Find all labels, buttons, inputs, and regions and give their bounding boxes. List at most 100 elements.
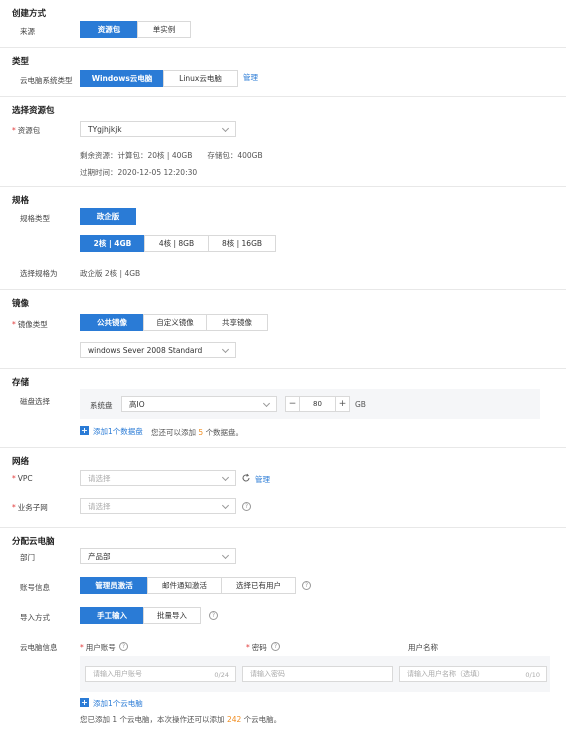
- vpc-manage-link[interactable]: 管理: [255, 474, 270, 485]
- help-icon[interactable]: ?: [209, 611, 218, 620]
- package-label: * 资源包: [12, 126, 41, 135]
- help-icon[interactable]: ?: [242, 502, 251, 511]
- section-title-create: 创建方式: [12, 9, 47, 19]
- image-type-label: * 镜像类型: [12, 320, 48, 329]
- vpc-select[interactable]: 请选择: [80, 470, 236, 486]
- import-option-batch[interactable]: 批量导入: [143, 607, 201, 624]
- account-option-existing-user[interactable]: 选择已有用户: [221, 577, 296, 594]
- section-title-image: 镜像: [12, 299, 30, 309]
- section-title-package: 选择资源包: [12, 106, 55, 116]
- spec-size-option-8c16g[interactable]: 8核 | 16GB: [208, 235, 276, 252]
- add-data-disk-link[interactable]: 添加1个数据盘: [93, 426, 143, 437]
- chevron-down-icon: [221, 124, 230, 133]
- subnet-placeholder: 请选择: [88, 501, 111, 511]
- source-segment: 资源包 单实例: [80, 21, 191, 38]
- username-placeholder: 请输入用户名称（选填）: [407, 670, 484, 678]
- divider: [0, 289, 566, 290]
- divider: [0, 96, 566, 97]
- disk-select-label: 磁盘选择: [20, 397, 50, 406]
- spec-type-label: 规格类型: [20, 214, 50, 223]
- column-username: 用户名称: [408, 643, 438, 652]
- type-manage-link[interactable]: 管理: [243, 72, 258, 83]
- section-title-storage: 存储: [12, 378, 30, 388]
- os-type-label: 云电脑系统类型: [20, 76, 73, 85]
- system-disk-label: 系统盘: [90, 401, 113, 410]
- source-label: 来源: [20, 27, 35, 36]
- user-account-placeholder: 请输入用户账号: [93, 670, 142, 678]
- disk-type-select[interactable]: 高IO: [121, 396, 277, 412]
- disk-size-increment-button[interactable]: +: [335, 396, 350, 412]
- import-method-segment: 手工输入 批量导入: [80, 607, 201, 624]
- spec-size-option-2c4g[interactable]: 2核 | 4GB: [80, 235, 145, 252]
- source-option-single[interactable]: 单实例: [137, 21, 191, 38]
- os-option-linux[interactable]: Linux云电脑: [163, 70, 238, 87]
- user-account-input[interactable]: 请输入用户账号 0/24: [85, 666, 236, 682]
- source-option-package[interactable]: 资源包: [80, 21, 138, 38]
- refresh-icon[interactable]: [241, 473, 251, 483]
- divider: [0, 368, 566, 369]
- divider: [0, 447, 566, 448]
- account-info-label: 账号信息: [20, 583, 50, 592]
- username-input[interactable]: 请输入用户名称（选填） 0/10: [399, 666, 547, 682]
- user-account-counter: 0/24: [214, 671, 229, 679]
- add-pc-summary: 您已添加 1 个云电脑，本次操作还可以添加 242 个云电脑。: [80, 715, 282, 724]
- add-disk-hint: 您还可以添加 5 个数据盘。: [151, 428, 244, 437]
- import-option-manual[interactable]: 手工输入: [80, 607, 144, 624]
- image-type-segment: 公共镜像 自定义镜像 共享镜像: [80, 314, 268, 331]
- subnet-select[interactable]: 请选择: [80, 498, 236, 514]
- section-title-spec: 规格: [12, 196, 30, 206]
- spec-selected-value: 政企版 2核 | 4GB: [80, 269, 141, 278]
- package-select-value: TYgjhjkjk: [88, 124, 122, 134]
- divider: [0, 47, 566, 48]
- os-option-windows[interactable]: Windows云电脑: [80, 70, 164, 87]
- help-icon[interactable]: ?: [119, 642, 128, 651]
- add-pc-link[interactable]: 添加1个云电脑: [93, 698, 143, 709]
- package-expire: 过期时间：2020-12-05 12:20:30: [80, 168, 198, 177]
- image-select-value: windows Sever 2008 Standard: [88, 345, 203, 355]
- import-method-label: 导入方式: [20, 613, 50, 622]
- add-icon: +: [80, 425, 89, 435]
- package-select[interactable]: TYgjhjkjk: [80, 121, 236, 137]
- column-password: * 密码: [246, 643, 267, 652]
- chevron-down-icon: [262, 399, 271, 408]
- section-title-assign: 分配云电脑: [12, 537, 55, 547]
- disk-type-value: 高IO: [129, 399, 145, 409]
- divider: [0, 527, 566, 528]
- image-option-shared[interactable]: 共享镜像: [206, 314, 268, 331]
- username-counter: 0/10: [525, 671, 540, 679]
- pc-info-label: 云电脑信息: [20, 643, 58, 652]
- image-option-custom[interactable]: 自定义镜像: [143, 314, 207, 331]
- spec-type-option-enterprise[interactable]: 政企版: [80, 208, 136, 225]
- account-mode-segment: 管理员激活 邮件通知激活 选择已有用户: [80, 577, 296, 594]
- package-remaining: 剩余资源：计算包：20核 | 40GB 存储包：400GB: [80, 151, 263, 160]
- account-option-admin-activate[interactable]: 管理员激活: [80, 577, 148, 594]
- section-title-type: 类型: [12, 57, 30, 67]
- help-icon[interactable]: ?: [271, 642, 280, 651]
- os-type-segment: Windows云电脑 Linux云电脑: [80, 70, 238, 87]
- add-icon: +: [80, 697, 89, 707]
- section-title-network: 网络: [12, 457, 30, 467]
- subnet-label: * 业务子网: [12, 503, 48, 512]
- spec-size-option-4c8g[interactable]: 4核 | 8GB: [144, 235, 209, 252]
- vpc-label: * VPC: [12, 474, 33, 483]
- disk-size-input[interactable]: 80: [299, 396, 336, 412]
- spec-selected-label: 选择规格为: [20, 269, 58, 278]
- chevron-down-icon: [221, 501, 230, 510]
- help-icon[interactable]: ?: [302, 581, 311, 590]
- disk-size-decrement-button[interactable]: −: [285, 396, 300, 412]
- spec-type-segment: 政企版: [80, 208, 136, 225]
- image-option-public[interactable]: 公共镜像: [80, 314, 144, 331]
- password-input[interactable]: 请输入密码: [242, 666, 393, 682]
- department-value: 产品部: [88, 551, 111, 561]
- image-select[interactable]: windows Sever 2008 Standard: [80, 342, 236, 358]
- chevron-down-icon: [221, 473, 230, 482]
- divider: [0, 186, 566, 187]
- column-user-account: * 用户账号: [80, 643, 116, 652]
- account-option-email-activate[interactable]: 邮件通知激活: [147, 577, 222, 594]
- password-placeholder: 请输入密码: [250, 670, 285, 678]
- department-select[interactable]: 产品部: [80, 548, 236, 564]
- department-label: 部门: [20, 553, 35, 562]
- vpc-placeholder: 请选择: [88, 473, 111, 483]
- disk-size-unit: GB: [355, 400, 366, 409]
- chevron-down-icon: [221, 551, 230, 560]
